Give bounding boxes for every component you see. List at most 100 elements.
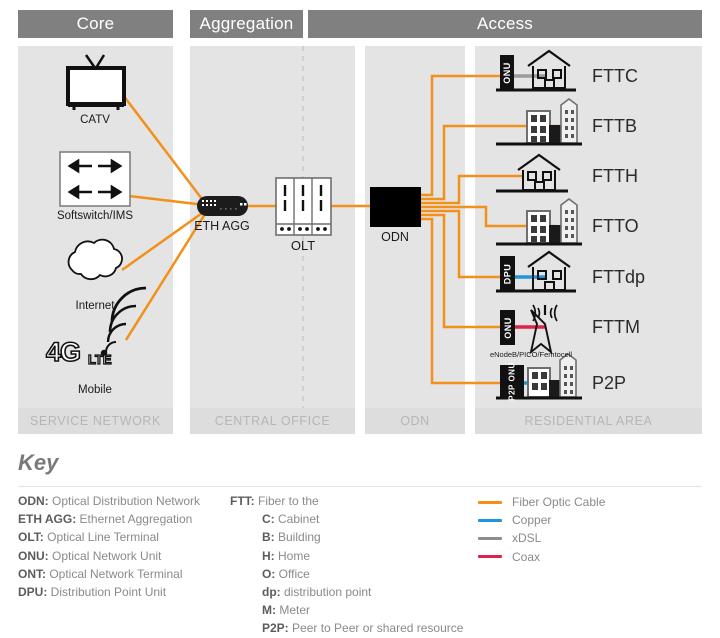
row-label-text: FTTB bbox=[592, 116, 637, 136]
key-term: ETH AGG: bbox=[18, 512, 77, 527]
lte-wordmark: LTE bbox=[87, 351, 112, 367]
key-definition: Optical Network Unit bbox=[48, 548, 162, 563]
legend-color-swatch bbox=[478, 536, 502, 540]
device-box-p2p-onu[interactable]: P2P ONU bbox=[500, 362, 524, 401]
legend-color-swatch bbox=[478, 500, 502, 504]
device-label-p2p-onu: P2P ONU bbox=[507, 362, 517, 401]
band-label-access: Access bbox=[477, 14, 533, 33]
caption-text: Internet bbox=[75, 300, 115, 312]
key-definition: Fiber to the bbox=[254, 494, 319, 508]
key-term: C: bbox=[262, 512, 275, 527]
key-term: M: bbox=[262, 603, 276, 618]
device-box-fttc-onu[interactable]: ONU bbox=[500, 55, 514, 90]
footer-label-text: CENTRAL OFFICE bbox=[214, 414, 331, 428]
row-label-text: FTTC bbox=[592, 66, 638, 86]
row-label-text: P2P bbox=[592, 373, 627, 393]
device-box-fttdp-dpu[interactable]: DPU bbox=[500, 256, 515, 291]
key-column-ftt: FTT: Fiber to the C: Cabinet B: Building H:… bbox=[230, 492, 470, 638]
key-definition: Office bbox=[275, 566, 310, 581]
key-column-abbreviations: ODN: Optical Distribution Network ETH AGG… bbox=[18, 492, 248, 601]
row-label-p2p: P2P bbox=[592, 373, 626, 394]
caption-eth-agg: ETH AGG bbox=[182, 219, 262, 233]
caption-softswitch: Softswitch/IMS bbox=[35, 210, 155, 222]
key-entry: ODN: Optical Distribution Network bbox=[18, 492, 248, 510]
legend-item: Fiber Optic Cable bbox=[478, 493, 605, 511]
key-term: OLT: bbox=[18, 530, 44, 545]
legend-label: xDSL bbox=[512, 531, 542, 546]
key-entry: H: Home bbox=[230, 547, 470, 565]
footer-label-text: ODN bbox=[400, 414, 430, 428]
caption-mobile: Mobile bbox=[45, 384, 145, 396]
key-definition: Peer to Peer or shared resource bbox=[288, 621, 464, 636]
band-header-aggregation: Aggregation bbox=[190, 10, 303, 38]
key-definition: Optical Line Terminal bbox=[43, 530, 159, 545]
key-entry: ONU: Optical Network Unit bbox=[18, 547, 248, 565]
row-label-text: FTTO bbox=[592, 216, 639, 236]
legend-item: Copper bbox=[478, 511, 605, 529]
legend-label: Copper bbox=[512, 513, 552, 528]
key-term: DPU: bbox=[18, 585, 48, 600]
key-entry: FTT: Fiber to the bbox=[230, 492, 470, 510]
key-term: O: bbox=[262, 566, 276, 581]
caption-olt: OLT bbox=[263, 238, 343, 253]
caption-text: OLT bbox=[290, 238, 316, 253]
key-term: ODN: bbox=[18, 494, 49, 508]
key-definition: Ethernet Aggregation bbox=[76, 512, 193, 527]
footer-central-office: CENTRAL OFFICE bbox=[190, 408, 355, 434]
key-entry: ONT: Optical Network Terminal bbox=[18, 565, 248, 583]
caption-text: eNodeB/PICO/Femtocell bbox=[489, 350, 573, 359]
device-label-onu: ONU bbox=[502, 61, 512, 84]
legend-item: xDSL bbox=[478, 529, 605, 547]
row-label-fttc: FTTC bbox=[592, 66, 638, 87]
key-definition: Distribution Point Unit bbox=[47, 585, 167, 600]
footer-odn-zone: ODN bbox=[365, 408, 465, 434]
caption-odn: ODN bbox=[355, 230, 435, 244]
key-definition: Meter bbox=[276, 603, 311, 618]
key-term: H: bbox=[262, 548, 275, 563]
legend-item: Coax bbox=[478, 548, 605, 566]
row-label-ftto: FTTO bbox=[592, 216, 639, 237]
caption-catv: CATV bbox=[45, 114, 145, 126]
row-label-text: FTTM bbox=[592, 317, 640, 337]
key-term: ONT: bbox=[18, 566, 46, 581]
band-header-core: Core bbox=[18, 10, 173, 38]
key-divider bbox=[18, 486, 702, 487]
key-definition: distribution point bbox=[280, 585, 372, 600]
key-definition: Home bbox=[274, 548, 311, 563]
key-definition: Cabinet bbox=[274, 512, 320, 527]
band-label-aggregation: Aggregation bbox=[199, 14, 294, 33]
key-definition: Building bbox=[274, 530, 321, 545]
key-entry: ETH AGG: Ethernet Aggregation bbox=[18, 510, 248, 528]
key-entry: C: Cabinet bbox=[230, 510, 470, 528]
footer-residential-area: RESIDENTIAL AREA bbox=[475, 408, 702, 434]
key-title: Key bbox=[18, 450, 59, 475]
band-header-access: Access bbox=[308, 10, 702, 38]
caption-internet: Internet bbox=[45, 300, 145, 312]
panel-odn-zone bbox=[365, 46, 465, 408]
row-label-fttdp: FTTdp bbox=[592, 267, 645, 288]
footer-label-text: SERVICE NETWORK bbox=[29, 414, 161, 428]
legend-label: Coax bbox=[512, 549, 541, 564]
legend-color-swatch bbox=[478, 555, 502, 559]
key-term: P2P: bbox=[262, 621, 289, 636]
key-term: dp: bbox=[262, 585, 281, 600]
key-entry: M: Meter bbox=[230, 601, 470, 619]
key-entry: DPU: Distribution Point Unit bbox=[18, 583, 248, 601]
key-entry: O: Office bbox=[230, 565, 470, 583]
footer-service-network: SERVICE NETWORK bbox=[18, 408, 173, 434]
device-label-onu: ONU bbox=[502, 316, 513, 339]
row-label-text: FTTH bbox=[592, 166, 638, 186]
band-label-core: Core bbox=[76, 14, 115, 33]
row-label-text: FTTdp bbox=[592, 267, 646, 287]
key-entry: B: Building bbox=[230, 528, 470, 546]
caption-text: CATV bbox=[80, 114, 110, 126]
device-label-dpu: DPU bbox=[502, 263, 513, 284]
device-box-fttm-onu[interactable]: ONU bbox=[500, 310, 515, 345]
row-label-fttm: FTTM bbox=[592, 317, 640, 338]
key-entry: P2P: Peer to Peer or shared resource bbox=[230, 619, 470, 637]
footer-label-text: RESIDENTIAL AREA bbox=[524, 414, 653, 428]
caption-text: ODN bbox=[381, 230, 409, 244]
key-legend: Fiber Optic Cable Copper xDSL Coax bbox=[478, 493, 605, 566]
key-term: ONU: bbox=[18, 548, 49, 563]
key-term: B: bbox=[262, 530, 275, 545]
